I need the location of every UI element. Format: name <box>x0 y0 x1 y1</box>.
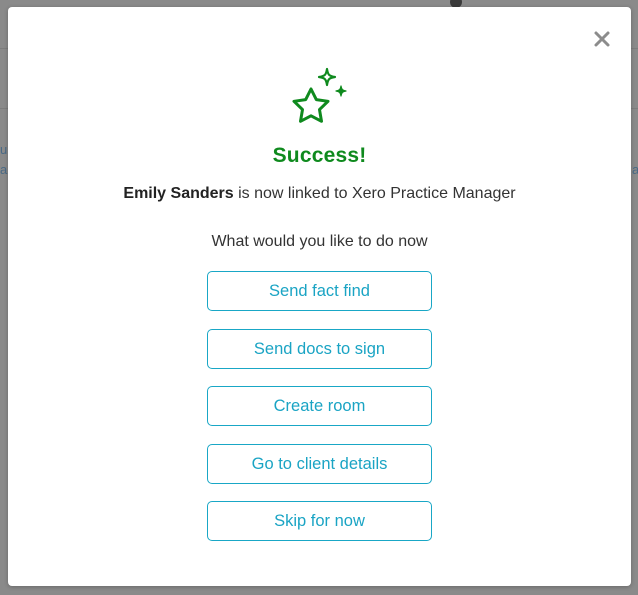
success-modal: Success! Emily Sanders is now linked to … <box>8 7 631 586</box>
action-list: Send fact find Send docs to sign Create … <box>207 271 432 559</box>
send-fact-find-button[interactable]: Send fact find <box>207 271 432 311</box>
linked-message: Emily Sanders is now linked to Xero Prac… <box>8 185 631 203</box>
close-button[interactable] <box>593 30 611 48</box>
go-to-client-details-button[interactable]: Go to client details <box>207 443 432 484</box>
background-text: a <box>632 162 638 177</box>
background-text: a <box>0 162 8 177</box>
client-name: Emily Sanders <box>123 185 234 202</box>
skip-for-now-button[interactable]: Skip for now <box>207 501 432 541</box>
background-text: u <box>0 142 8 157</box>
linked-text: is now linked to Xero Practice Manager <box>233 185 516 202</box>
create-room-button[interactable]: Create room <box>207 386 432 426</box>
sparkle-star-icon <box>287 67 353 133</box>
send-docs-to-sign-button[interactable]: Send docs to sign <box>207 328 432 369</box>
next-step-prompt: What would you like to do now <box>211 233 428 250</box>
close-icon <box>594 31 610 47</box>
success-title: Success! <box>272 144 367 167</box>
